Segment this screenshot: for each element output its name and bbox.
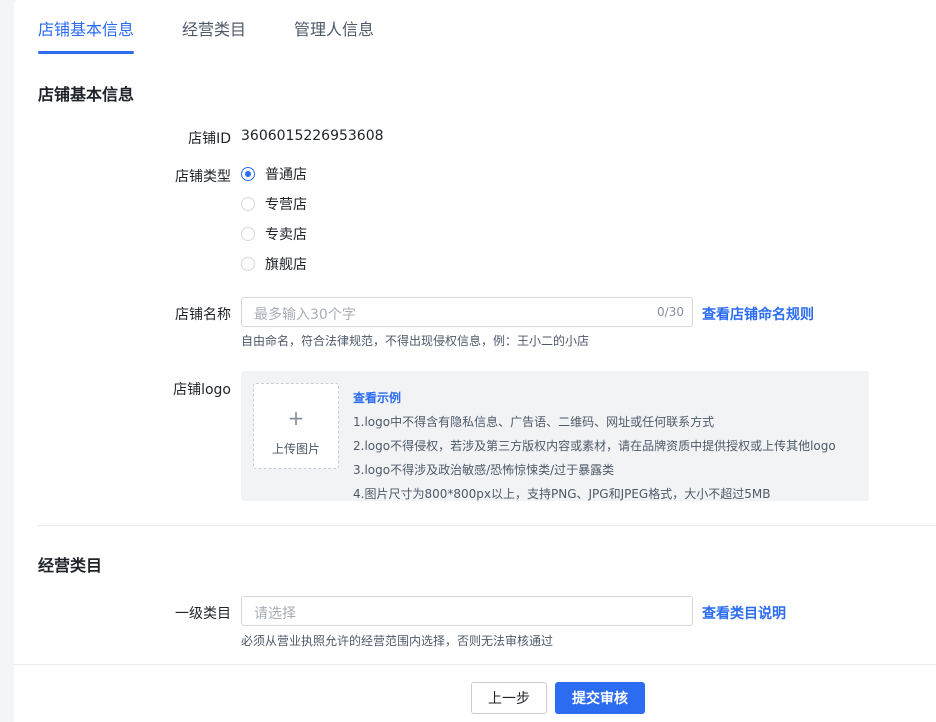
shop-type-option-label: 专营店 (265, 197, 307, 213)
radio-checked-icon[interactable] (241, 167, 255, 181)
shop-name-hint: 自由命名，符合法律规范，不得出现侵权信息，例：王小二的小店 (241, 334, 590, 348)
shop-id-label: 店铺ID (188, 131, 231, 147)
shop-type-option-flagship[interactable]: 旗舰店 (241, 254, 307, 274)
shop-naming-rules-link[interactable]: 查看店铺命名规则 (702, 304, 814, 324)
category-section-title: 经营类目 (38, 556, 103, 575)
logo-rule-item: 4.图片尺寸为800*800px以上，支持PNG、JPG和JPEG格式，大小不超… (353, 487, 771, 501)
radio-unchecked-icon[interactable] (241, 257, 255, 271)
shop-type-option-label: 旗舰店 (265, 257, 307, 273)
tab-category[interactable]: 经营类目 (182, 16, 246, 40)
plus-icon: + (287, 406, 305, 430)
radio-unchecked-icon[interactable] (241, 197, 255, 211)
logo-rules: 查看示例 1.logo中不得含有隐私信息、广告语、二维码、网址或任何联系方式 2… (353, 389, 836, 502)
shop-type-option-label: 普通店 (265, 167, 307, 183)
footer-action-bar: 上一步 提交审核 (14, 664, 936, 722)
shop-name-label: 店铺名称 (175, 307, 231, 323)
category-description-link[interactable]: 查看类目说明 (702, 603, 786, 623)
shop-type-option-regular[interactable]: 普通店 (241, 164, 307, 184)
upload-image-button[interactable]: + 上传图片 (253, 383, 339, 469)
shop-type-label: 店铺类型 (175, 169, 231, 185)
tab-manager-info[interactable]: 管理人信息 (294, 16, 374, 40)
radio-unchecked-icon[interactable] (241, 227, 255, 241)
shop-logo-label: 店铺logo (173, 382, 231, 398)
shop-type-option-label: 专卖店 (265, 227, 307, 243)
level1-category-placeholder: 请选择 (254, 606, 296, 622)
shop-name-input[interactable]: 最多输入30个字 0/30 (241, 297, 693, 327)
active-tab-indicator (38, 51, 134, 54)
view-example-link[interactable]: 查看示例 (353, 389, 836, 406)
logo-upload-panel: + 上传图片 查看示例 1.logo中不得含有隐私信息、广告语、二维码、网址或任… (241, 371, 869, 501)
submit-review-button[interactable]: 提交审核 (555, 682, 645, 714)
section-divider (38, 525, 936, 526)
tab-basic-info[interactable]: 店铺基本信息 (38, 16, 134, 40)
logo-rule-item: 2.logo不得侵权，若涉及第三方版权内容或素材，请在品牌资质中提供授权或上传其… (353, 439, 836, 453)
level1-category-select[interactable]: 请选择 (241, 596, 693, 626)
shop-type-option-specialty[interactable]: 专营店 (241, 194, 307, 214)
shop-type-option-exclusive[interactable]: 专卖店 (241, 224, 307, 244)
logo-rule-item: 3.logo不得涉及政治敏感/恐怖惊悚类/过于暴露类 (353, 463, 615, 477)
previous-step-button[interactable]: 上一步 (471, 682, 547, 714)
shop-name-placeholder: 最多输入30个字 (254, 307, 356, 323)
level1-category-label: 一级类目 (175, 606, 231, 622)
logo-rule-item: 1.logo中不得含有隐私信息、广告语、二维码、网址或任何联系方式 (353, 415, 715, 429)
char-counter: 0/30 (657, 305, 684, 319)
basic-section-title: 店铺基本信息 (38, 85, 135, 104)
upload-image-label: 上传图片 (271, 442, 320, 456)
category-hint: 必须从营业执照允许的经营范围内选择，否则无法审核通过 (241, 634, 554, 648)
shop-id-value: 3606015226953608 (241, 128, 384, 144)
form-card: 店铺基本信息 经营类目 管理人信息 店铺基本信息 店铺ID 3606015226… (14, 0, 936, 664)
